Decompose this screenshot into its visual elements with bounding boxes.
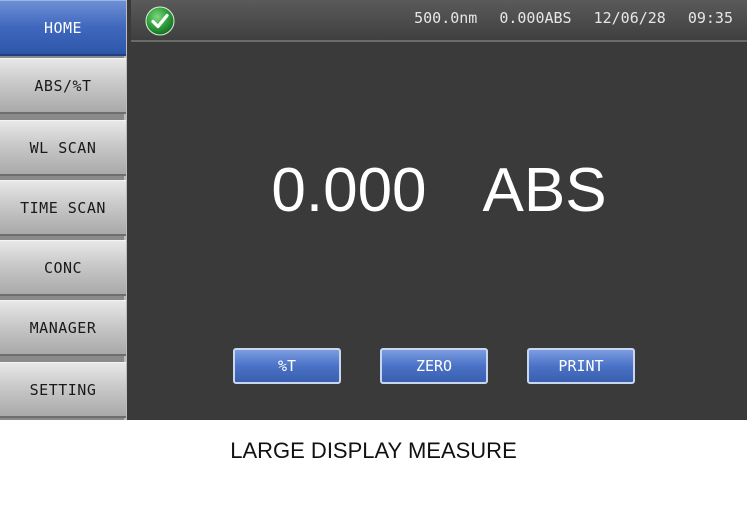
measurement-value: 0.000 [271,155,427,225]
sidebar-item-manager[interactable]: MANAGER [0,300,126,356]
sidebar-item-label: MANAGER [29,318,97,337]
instrument-screen: HOME ABS/%T WL SCAN TIME SCAN CONC MANAG… [0,0,747,420]
sidebar-item-label: ABS/%T [34,76,92,95]
print-button-label: PRINT [558,357,604,375]
figure-caption: LARGE DISPLAY MEASURE [230,438,517,463]
check-icon [145,6,175,36]
print-button[interactable]: PRINT [527,348,635,384]
sidebar-item-conc[interactable]: CONC [0,240,126,296]
time-readout: 09:35 [687,9,733,27]
zero-button[interactable]: ZERO [380,348,488,384]
sidebar-item-setting[interactable]: SETTING [0,362,126,418]
sidebar-item-abs-t[interactable]: ABS/%T [0,58,126,114]
sidebar-item-time-scan[interactable]: TIME SCAN [0,180,126,236]
sidebar-item-label: TIME SCAN [20,198,106,217]
sidebar-item-wl-scan[interactable]: WL SCAN [0,120,126,176]
percent-t-button-label: %T [277,357,297,375]
wavelength-readout: 500.0nm [414,9,478,27]
status-readout: 500.0nm 0.000ABS 12/06/28 09:35 [414,9,733,27]
sidebar: HOME ABS/%T WL SCAN TIME SCAN CONC MANAG… [0,0,127,420]
measurement-unit: ABS [482,155,607,225]
sidebar-item-label: HOME [43,18,83,37]
sidebar-item-label: CONC [43,258,83,277]
percent-t-button[interactable]: %T [233,348,341,384]
absorbance-readout: 0.000ABS [499,9,572,27]
date-readout: 12/06/28 [593,9,666,27]
large-measurement-display: 0.000 ABS [131,150,747,230]
sidebar-item-label: SETTING [29,380,97,399]
sidebar-item-label: WL SCAN [29,138,97,157]
sidebar-item-home[interactable]: HOME [0,0,126,56]
zero-button-label: ZERO [415,357,453,375]
status-bar: 500.0nm 0.000ABS 12/06/28 09:35 [131,0,747,42]
